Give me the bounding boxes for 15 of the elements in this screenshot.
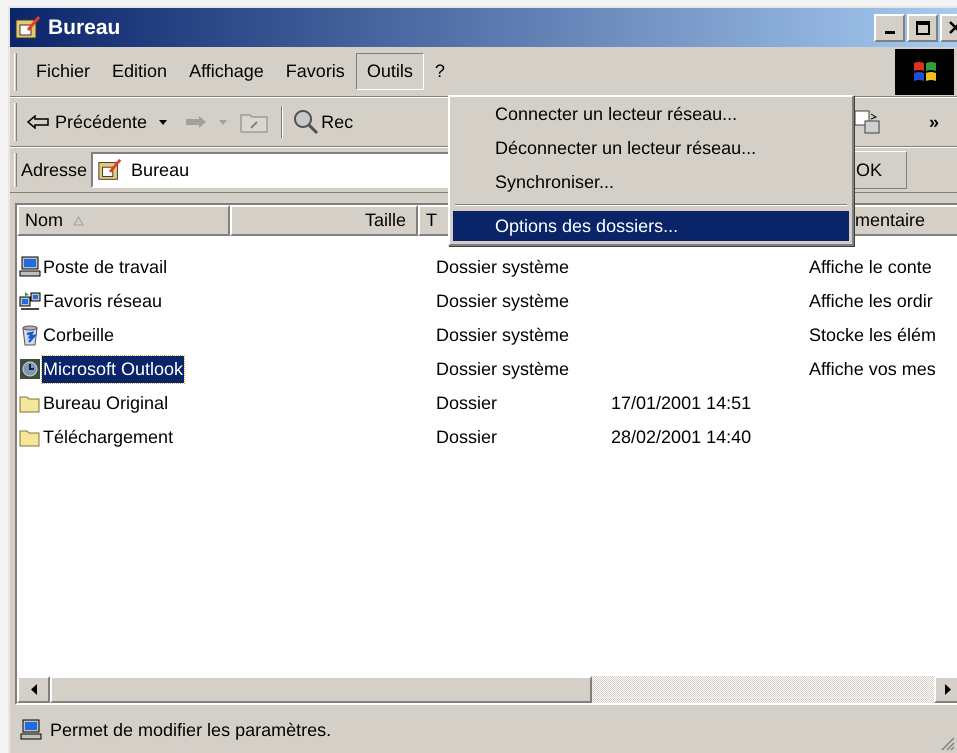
table-cell: Affiche vos mes <box>809 358 936 378</box>
table-cell: Dossier système <box>436 290 570 310</box>
table-cell: Stocke les élém <box>809 324 936 344</box>
table-cell: Dossier système <box>436 358 570 378</box>
table-cell: Dossier <box>436 392 498 412</box>
table-cell: Affiche le conte <box>809 256 932 276</box>
window-title: Bureau <box>48 14 120 41</box>
table-cell: 28/02/2001 14:40 <box>611 426 752 446</box>
table-cell: Affiche les ordir <box>809 290 933 310</box>
table-cell: Dossier système <box>436 324 570 344</box>
table-cell: Dossier <box>436 426 498 446</box>
status-text: Permet de modifier les paramètres. <box>50 718 332 742</box>
table-cell: 17/01/2001 14:51 <box>611 392 752 412</box>
table-cell: Dossier système <box>436 256 570 276</box>
address-label: Adresse <box>21 158 88 182</box>
